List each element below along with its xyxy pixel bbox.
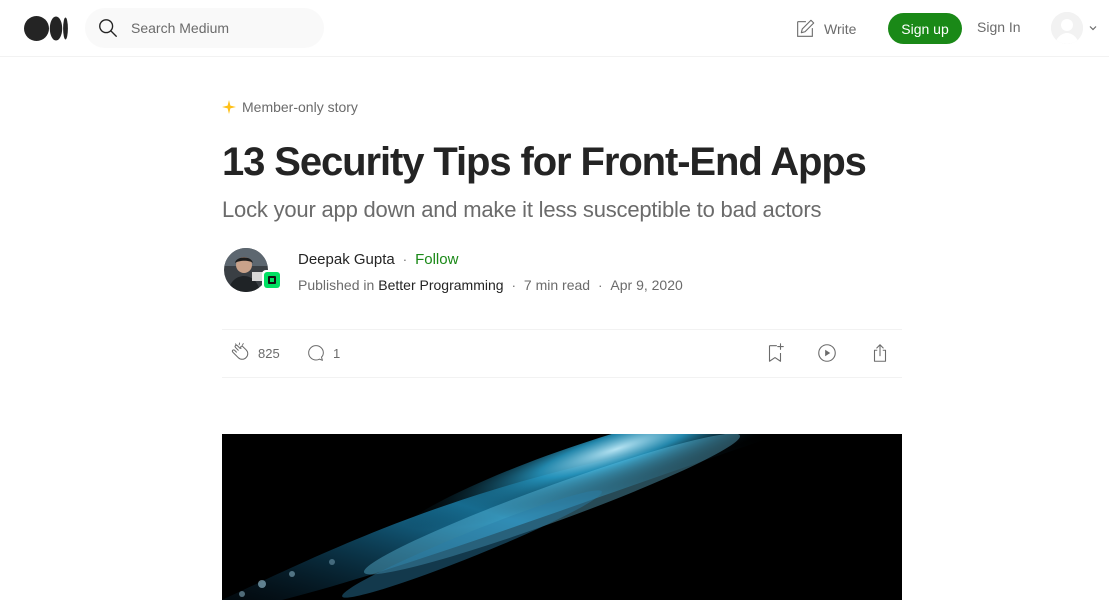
signin-link[interactable]: Sign In (977, 19, 1021, 35)
separator-dot: · (511, 277, 516, 293)
publication-badge[interactable] (262, 270, 282, 290)
article-subtitle: Lock your app down and make it less susc… (222, 197, 822, 222)
bookmark-add-icon (768, 343, 784, 362)
clap-count: 825 (258, 345, 280, 361)
publication-link[interactable]: Better Programming (378, 277, 503, 293)
clap-button[interactable]: 825 (230, 342, 280, 364)
hero-abstract-light-image (222, 434, 902, 600)
medium-logo[interactable] (24, 16, 69, 41)
article-action-bar: 825 1 (222, 329, 902, 378)
clap-icon (231, 342, 249, 360)
search-input[interactable] (131, 8, 311, 48)
hero-image (222, 434, 902, 600)
article-meta: Published in Better Programming · 7 min … (298, 277, 683, 293)
article-title: 13 Security Tips for Front-End Apps (222, 140, 867, 184)
separator-dot: · (598, 277, 603, 293)
signup-button[interactable]: Sign up (888, 13, 962, 44)
comment-icon (308, 345, 324, 361)
default-avatar-icon (1051, 12, 1083, 44)
author-name[interactable]: Deepak Gupta (298, 251, 395, 268)
published-in-label: Published in (298, 277, 375, 293)
read-time: 7 min read (523, 277, 591, 293)
star-icon (222, 100, 236, 114)
search-box[interactable] (85, 8, 324, 48)
publication-logo-icon (268, 276, 276, 284)
member-only-badge: Member-only story (222, 99, 358, 115)
share-icon (873, 344, 887, 362)
write-button[interactable]: Write (794, 16, 856, 42)
follow-button[interactable]: Follow (415, 251, 458, 268)
listen-button[interactable] (816, 342, 838, 364)
search-icon (99, 19, 117, 37)
response-count: 1 (333, 345, 341, 361)
play-icon (818, 344, 836, 362)
publication-logo (264, 272, 280, 288)
share-button[interactable] (869, 342, 891, 364)
member-only-label: Member-only story (242, 99, 358, 115)
chevron-down-icon[interactable] (1088, 23, 1098, 33)
write-icon (797, 19, 815, 37)
separator-dot: · (402, 252, 408, 267)
publish-date: Apr 9, 2020 (610, 277, 683, 293)
top-navbar: Write Sign up Sign In (0, 0, 1109, 57)
author-line: Deepak Gupta · Follow (298, 251, 458, 268)
responses-button[interactable]: 1 (305, 342, 340, 364)
user-avatar[interactable] (1051, 12, 1083, 44)
write-label: Write (824, 21, 857, 37)
bookmark-button[interactable] (764, 342, 786, 364)
